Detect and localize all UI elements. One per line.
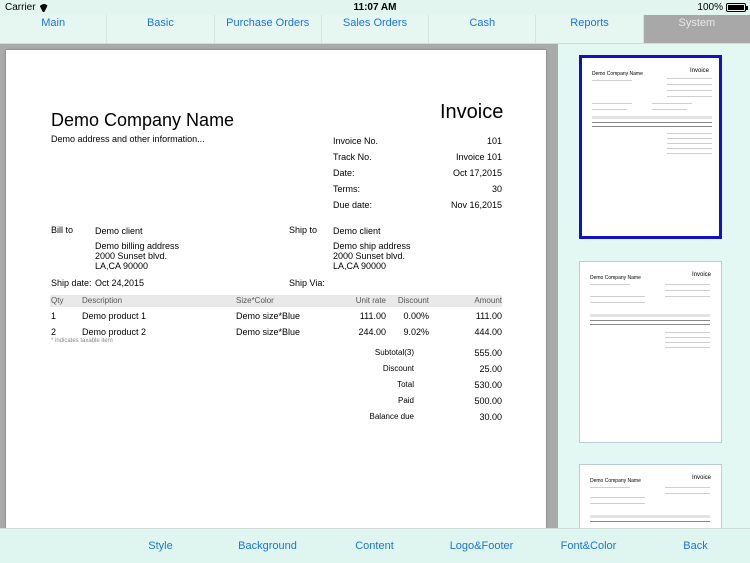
thumb-title: Invoice — [689, 68, 709, 74]
items-table-header: Qty Description Size*Color Unit rate Dis… — [50, 295, 502, 307]
ship-to-name: Demo client — [333, 226, 381, 236]
row-qty: 2 — [51, 327, 57, 337]
thumb-company: Demo Company Name — [590, 275, 641, 281]
tab-basic[interactable]: Basic — [107, 15, 215, 43]
invoice-no-value: 101 — [486, 136, 502, 146]
font-color-button[interactable]: Font&Color — [535, 529, 642, 563]
tab-reports[interactable]: Reports — [536, 15, 644, 43]
main-tab-bar: Main Basic Purchase Orders Sales Orders … — [0, 15, 750, 44]
row-discount: 0.00% — [403, 311, 429, 321]
col-description: Description — [82, 296, 123, 305]
row-amount: 111.00 — [475, 311, 502, 321]
tab-system[interactable]: System — [643, 15, 750, 43]
tab-cash[interactable]: Cash — [429, 15, 537, 43]
due-date-label: Due date: — [333, 200, 373, 210]
company-name: Demo Company Name — [51, 110, 235, 130]
bill-to-line1: Demo billing address — [95, 241, 180, 251]
tab-sales-orders[interactable]: Sales Orders — [322, 15, 430, 43]
paid-value: 500.00 — [474, 396, 502, 406]
ship-date-label: Ship date: — [51, 278, 92, 288]
row-size-color: Demo size*Blue — [236, 311, 301, 321]
battery-percent: 100% — [697, 2, 723, 13]
ship-to-label: Ship to — [289, 225, 318, 235]
table-row[interactable]: 1 Demo product 1 Demo size*Blue 111.00 0… — [50, 311, 502, 323]
total-label: Total — [397, 380, 414, 389]
bottom-toolbar: Style Background Content Logo&Footer Fon… — [0, 528, 750, 563]
ship-to-line2: 2000 Sunset blvd. — [333, 251, 406, 261]
balance-due-label: Balance due — [369, 412, 414, 421]
tab-main[interactable]: Main — [0, 15, 108, 43]
thumb-company: Demo Company Name — [590, 478, 641, 484]
discount-label: Discount — [382, 364, 414, 373]
ship-date-value: Oct 24,2015 — [95, 278, 145, 288]
template-thumbnail-3[interactable]: Demo Company Name Invoice — [579, 464, 722, 528]
col-qty: Qty — [51, 296, 64, 305]
battery-indicator: 100% — [697, 2, 748, 13]
background-button[interactable]: Background — [214, 529, 321, 563]
invoice-document[interactable]: Demo Company Name Demo address and other… — [6, 50, 546, 528]
row-size-color: Demo size*Blue — [236, 327, 301, 337]
col-amount: Amount — [474, 296, 502, 305]
invoice-preview-area: Demo Company Name Demo address and other… — [0, 44, 558, 528]
battery-icon — [726, 3, 748, 12]
date-label: Date: — [333, 168, 355, 178]
row-unit-rate: 111.00 — [359, 311, 386, 321]
col-size-color: Size*Color — [236, 296, 274, 305]
track-no-value: Invoice 101 — [455, 152, 502, 162]
thumb-company: Demo Company Name — [592, 71, 643, 77]
date-value: Oct 17,2015 — [452, 168, 502, 178]
invoice-title: Invoice — [440, 101, 504, 123]
bill-to-line2: 2000 Sunset blvd. — [95, 251, 168, 261]
bill-to-line3: LA,CA 90000 — [95, 261, 149, 271]
thumb-title: Invoice — [691, 475, 711, 481]
style-button[interactable]: Style — [107, 529, 214, 563]
template-thumbnail-1[interactable]: Demo Company Name Invoice — [579, 55, 722, 239]
discount-value: 25.00 — [479, 364, 502, 374]
subtotal-label: Subtotal(3) — [374, 348, 414, 357]
clock: 11:07 AM — [353, 2, 397, 13]
row-qty: 1 — [51, 311, 57, 321]
paid-label: Paid — [397, 396, 414, 405]
track-no-label: Track No. — [333, 152, 372, 162]
row-description: Demo product 1 — [82, 311, 147, 321]
ship-to-line3: LA,CA 90000 — [333, 261, 387, 271]
thumb-title: Invoice — [691, 272, 711, 278]
row-unit-rate: 244.00 — [358, 327, 386, 337]
balance-due-value: 30.00 — [479, 412, 502, 422]
total-value: 530.00 — [474, 380, 502, 390]
taxable-note: * indicates taxable item — [51, 338, 113, 344]
terms-label: Terms: — [333, 184, 360, 194]
template-thumbnails: Demo Company Name Invoice Demo Company N… — [558, 44, 750, 528]
row-description: Demo product 2 — [82, 327, 147, 337]
company-address: Demo address and other information... — [51, 134, 205, 144]
status-bar: Carrier 11:07 AM 100% — [0, 0, 750, 15]
invoice-no-label: Invoice No. — [333, 136, 379, 146]
logo-footer-button[interactable]: Logo&Footer — [428, 529, 535, 563]
row-discount: 9.02% — [403, 327, 429, 337]
content-button[interactable]: Content — [321, 529, 428, 563]
bill-to-label: Bill to — [51, 225, 74, 235]
table-row[interactable]: 2 Demo product 2 Demo size*Blue 244.00 9… — [50, 327, 502, 339]
col-unit-rate: Unit rate — [355, 296, 386, 305]
col-discount: Discount — [397, 296, 429, 305]
subtotal-value: 555.00 — [474, 348, 502, 358]
template-thumbnail-2[interactable]: Demo Company Name Invoice — [579, 261, 722, 443]
ship-via-label: Ship Via: — [289, 278, 325, 288]
ship-to-line1: Demo ship address — [333, 241, 411, 251]
due-date-value: Nov 16,2015 — [450, 200, 502, 210]
tab-purchase-orders[interactable]: Purchase Orders — [215, 15, 322, 43]
back-button[interactable]: Back — [642, 529, 749, 563]
bill-to-name: Demo client — [95, 226, 143, 236]
terms-value: 30 — [491, 184, 502, 194]
row-amount: 444.00 — [474, 327, 502, 337]
